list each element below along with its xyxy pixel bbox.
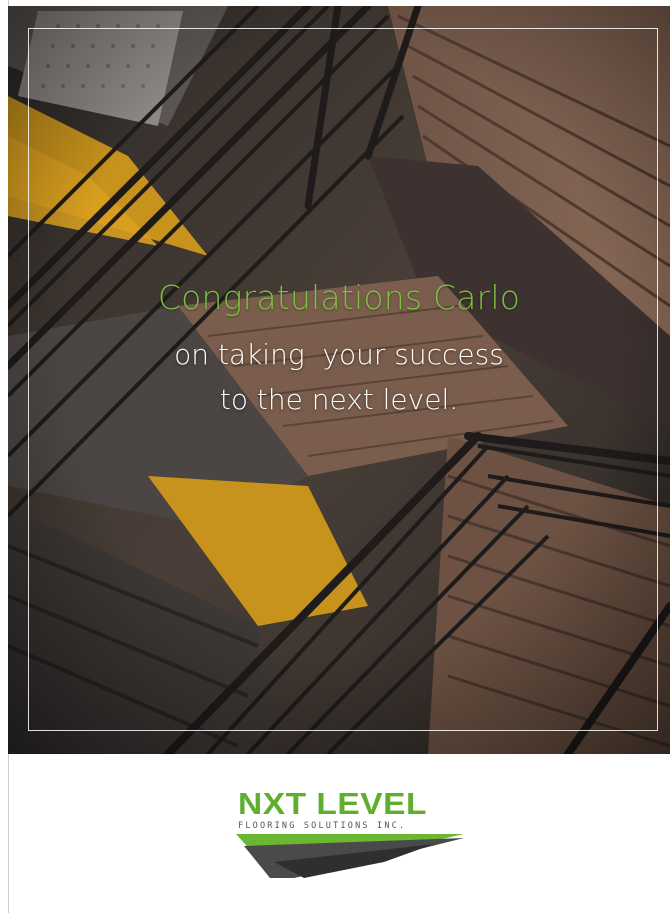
logo-swoosh-icon — [236, 834, 464, 878]
congratulations-card: Congratulations Carlo on taking your suc… — [0, 0, 670, 913]
message-line-1: on taking your success — [174, 338, 504, 371]
logo-name: NXT LEVEL — [238, 786, 428, 821]
company-logo: NXT LEVEL FLOORING SOLUTIONS INC. — [234, 786, 466, 880]
logo-tagline: FLOORING SOLUTIONS INC. — [238, 821, 407, 831]
headline: Congratulations Carlo — [157, 278, 521, 317]
message-line-2: to the next level. — [219, 383, 459, 416]
staircase-photo: Congratulations Carlo on taking your suc… — [8, 6, 670, 754]
